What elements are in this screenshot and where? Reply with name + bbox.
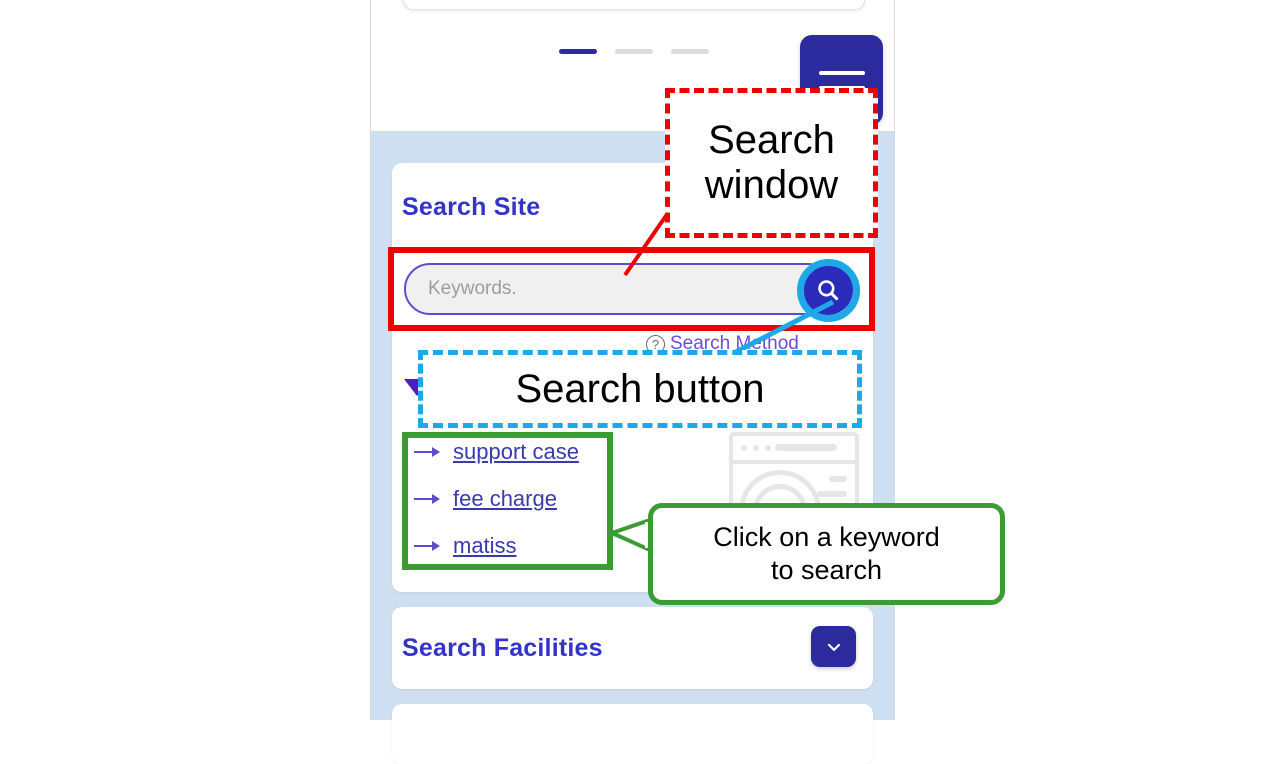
search-window-label-line-1: Search bbox=[708, 118, 835, 163]
illustration-addressbar bbox=[775, 444, 837, 451]
illustration-dot-1 bbox=[741, 445, 747, 451]
search-facilities-title: Search Facilities bbox=[402, 634, 603, 662]
scrolled-card-sliver bbox=[403, 0, 865, 10]
keyword-hint-bubble: Click on a keyword to search bbox=[648, 503, 1005, 605]
search-window-annotation-label: Search window bbox=[665, 88, 878, 238]
carousel-dot-1[interactable] bbox=[558, 48, 597, 54]
illustration-dot-2 bbox=[753, 445, 759, 451]
illustration-dot-3 bbox=[765, 445, 771, 451]
expand-triangle-caption bbox=[400, 402, 402, 411]
illustration-line-1 bbox=[829, 476, 847, 482]
search-facilities-toggle-button[interactable] bbox=[811, 626, 856, 667]
search-site-title: Search Site bbox=[402, 193, 541, 221]
search-button-highlight-ring bbox=[797, 259, 860, 322]
carousel-dot-3[interactable] bbox=[670, 48, 709, 54]
keyword-hint-line-2: to search bbox=[770, 555, 883, 585]
carousel-dot-2[interactable] bbox=[614, 48, 653, 54]
illustration-line-2 bbox=[817, 491, 847, 497]
search-window-label-line-2: window bbox=[704, 163, 839, 207]
chevron-down-icon bbox=[827, 643, 840, 651]
search-button-annotation-label: Search button bbox=[418, 350, 862, 428]
keyword-list-highlight-box bbox=[402, 432, 613, 570]
hamburger-bar-top bbox=[818, 70, 865, 75]
search-button-label-text: Search button bbox=[515, 366, 765, 411]
next-section-card bbox=[392, 704, 873, 764]
keyword-hint-bubble-tail bbox=[612, 519, 652, 551]
keyword-hint-line-1: Click on a keyword bbox=[713, 522, 940, 553]
